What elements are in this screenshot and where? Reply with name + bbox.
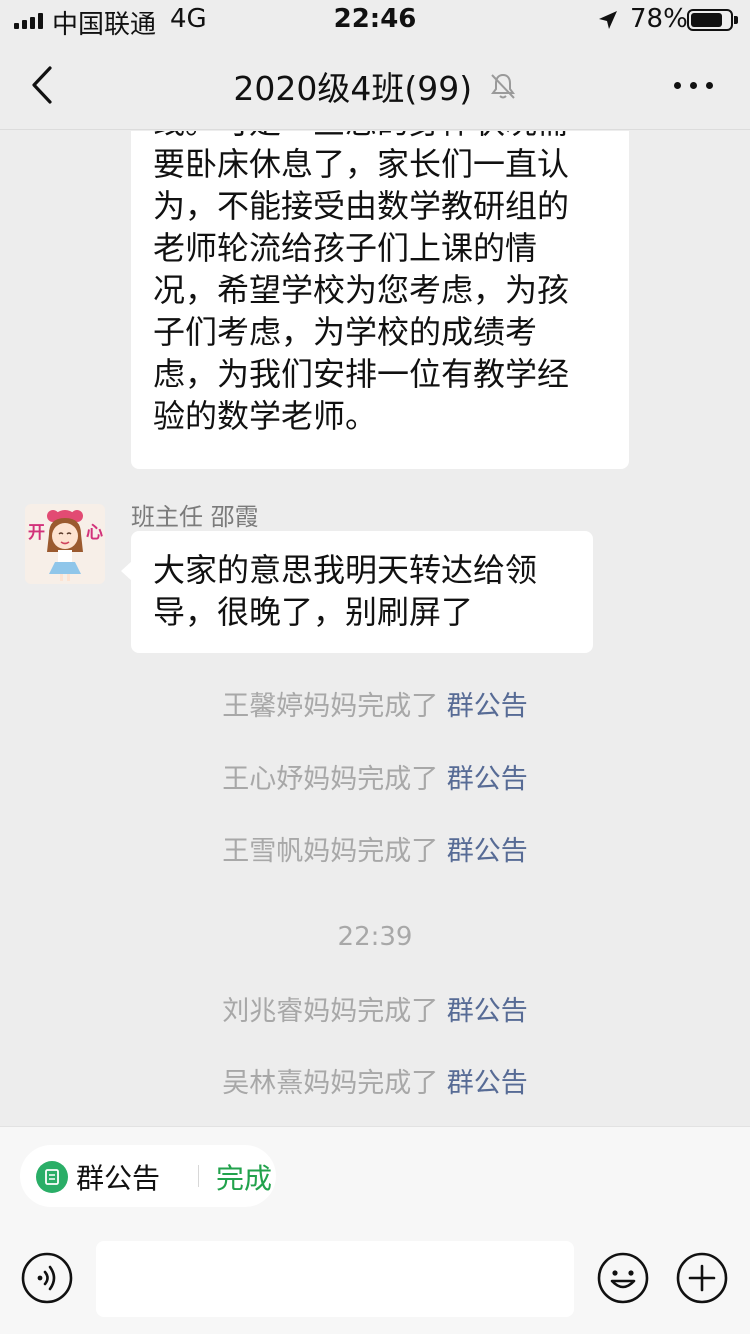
system-message: 吴林熹妈妈完成了 群公告 [0, 1061, 750, 1100]
input-panel: 群公告 完成 [0, 1126, 750, 1334]
battery-percentage: 78% [630, 4, 688, 34]
done-button[interactable]: 完成 [216, 1157, 272, 1197]
chip-divider [198, 1165, 199, 1187]
system-message-text: 吴林熹妈妈完成了 [222, 1068, 439, 1099]
message-line: 子们考虑，为学校的成绩考 [153, 313, 538, 351]
cartoon-girl-icon [47, 510, 83, 581]
more-icon[interactable] [672, 70, 716, 100]
announcement-label: 群公告 [76, 1162, 161, 1195]
announcement-chip[interactable]: 群公告 完成 [20, 1145, 276, 1207]
nav-bar: 2020级4班(99) [0, 40, 750, 130]
announcement-link[interactable]: 群公告 [447, 996, 528, 1027]
chat-area[interactable]: 线。可是一旦您的身体状况需 要卧床休息了，家长们一直认 为，不能接受由数学教研组… [0, 131, 750, 1126]
system-message: 王馨婷妈妈完成了 群公告 [0, 684, 750, 723]
battery-icon [687, 9, 738, 31]
avatar[interactable]: 开 心 [25, 504, 105, 584]
message-line: 导，很晚了，别刷屏了 [153, 593, 474, 631]
message-line: 大家的意思我明天转达给领 [153, 551, 538, 589]
sender-name: 班主任 邵霞 [131, 503, 259, 531]
status-bar: 中国联通 4G 22:46 78% [0, 0, 750, 40]
message-line: 验的数学老师。 [153, 397, 378, 435]
system-message: 刘兆睿妈妈完成了 群公告 [0, 989, 750, 1028]
voice-icon[interactable] [20, 1251, 74, 1305]
system-message-text: 王馨婷妈妈完成了 [222, 691, 439, 722]
plus-icon[interactable] [675, 1251, 729, 1305]
message-bubble[interactable]: 线。可是一旦您的身体状况需 要卧床休息了，家长们一直认 为，不能接受由数学教研组… [131, 131, 629, 469]
system-message: 王雪帆妈妈完成了 群公告 [0, 829, 750, 868]
message-line: 虑，为我们安排一位有教学经 [153, 355, 570, 393]
message-bubble[interactable]: 大家的意思我明天转达给领 导，很晚了，别刷屏了 [121, 531, 593, 653]
emoji-icon[interactable] [596, 1251, 650, 1305]
message-line: 为，不能接受由数学教研组的 [153, 187, 570, 225]
announcement-icon [36, 1161, 68, 1193]
system-message-text: 王心妤妈妈完成了 [222, 764, 439, 795]
message-line: 老师轮流给孩子们上课的情 [153, 229, 538, 267]
chat-title: 2020级4班(99) [233, 69, 473, 108]
announcement-link[interactable]: 群公告 [447, 836, 528, 867]
location-arrow-icon [599, 11, 617, 29]
system-message-text: 王雪帆妈妈完成了 [222, 836, 439, 867]
nav-title-wrap: 2020级4班(99) [0, 62, 750, 110]
message-input[interactable] [96, 1241, 574, 1317]
message-line: 况，希望学校为您考虑，为孩 [153, 271, 570, 309]
announcement-link[interactable]: 群公告 [447, 764, 528, 795]
mute-bell-icon [490, 73, 515, 99]
message-line: 线。可是一旦您的身体状况需 [153, 131, 607, 143]
announcement-link[interactable]: 群公告 [447, 1068, 528, 1099]
system-message-text: 刘兆睿妈妈完成了 [222, 996, 439, 1027]
announcement-link[interactable]: 群公告 [447, 691, 528, 722]
chat-timestamp: 22:39 [337, 922, 413, 952]
message-line: 要卧床休息了，家长们一直认 [153, 145, 570, 183]
system-message: 王心妤妈妈完成了 群公告 [0, 757, 750, 796]
